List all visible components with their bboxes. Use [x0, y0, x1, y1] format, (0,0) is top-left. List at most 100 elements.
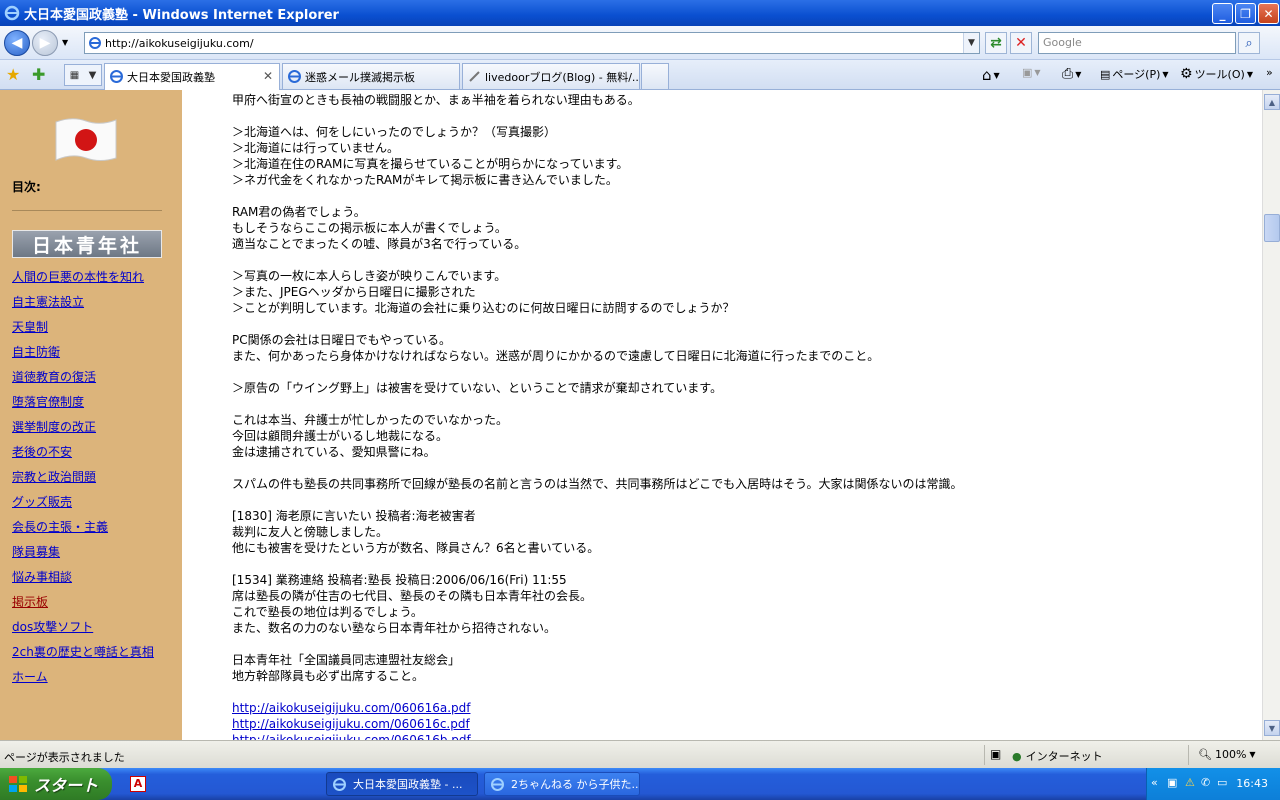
tab-label: 大日本愛国政義塾: [127, 71, 215, 84]
status-text: ページが表示されました: [4, 751, 125, 764]
tab-close-icon[interactable]: ✕: [263, 69, 273, 83]
quick-tabs-button[interactable]: ▦ ▼: [64, 64, 102, 86]
maximize-button[interactable]: ❐: [1235, 3, 1256, 24]
tab-aikoku[interactable]: 大日本愛国政義塾 ✕: [104, 63, 280, 90]
toc-label: 目次:: [12, 180, 41, 194]
taskbar-item-2ch[interactable]: 2ちゃんねる から子供た...: [484, 772, 640, 796]
content-line: [1534] 業務連絡 投稿者:塾長 投稿日:2006/06/16(Fri) 1…: [232, 573, 567, 587]
taskbar-item-aikoku[interactable]: 大日本愛国政義塾 - ...: [326, 772, 478, 796]
sidebar-link[interactable]: グッズ販売: [12, 493, 72, 510]
japan-flag-image: [55, 118, 117, 161]
sidebar-link[interactable]: 選挙制度の改正: [12, 418, 96, 435]
start-button[interactable]: スタート: [0, 768, 112, 800]
sidebar-link[interactable]: 宗教と政治問題: [12, 468, 96, 485]
ie-page-icon: [288, 70, 301, 83]
stop-button[interactable]: ✕: [1010, 32, 1032, 54]
ie-page-icon: [110, 70, 123, 83]
sidebar-link[interactable]: 老後の不安: [12, 443, 72, 460]
tray-expand-icon[interactable]: «: [1151, 776, 1158, 789]
window-title: 大日本愛国政義塾 - Windows Internet Explorer: [24, 7, 339, 23]
sidebar-link[interactable]: 隊員募集: [12, 543, 60, 560]
sidebar-link[interactable]: 自主防衛: [12, 343, 60, 360]
content-line: 裁判に友人と傍聴しました。: [232, 525, 389, 539]
task-label: 2ちゃんねる から子供た...: [511, 778, 640, 791]
forward-button[interactable]: ▶: [32, 30, 58, 56]
scroll-thumb[interactable]: [1264, 214, 1280, 242]
refresh-button[interactable]: ⇄: [985, 32, 1007, 54]
sidebar-link[interactable]: 自主憲法設立: [12, 293, 84, 310]
logo-text: 日本青年社: [31, 234, 142, 257]
magnifier-icon: 🔍︎: [1198, 748, 1212, 761]
content-line: 他にも被害を受けたという方が数名、隊員さん？6名と書いている。: [232, 541, 600, 555]
tab-meiwaku[interactable]: 迷惑メール撲滅掲示板: [282, 63, 460, 89]
page-menu[interactable]: ▤ ページ(P) ▼: [1100, 66, 1169, 82]
page-icon: ▤: [1100, 67, 1111, 81]
content-line: ＞ことが判明しています。北海道の会社に乗り込むのに何故日曜日に訪問するのでしょう…: [232, 301, 735, 315]
acrobat-quicklaunch-icon[interactable]: A: [130, 776, 146, 792]
print-icon: ⎙: [1062, 66, 1074, 82]
recent-pages-dropdown-icon[interactable]: ▼: [62, 38, 68, 47]
sidebar-link[interactable]: 天皇制: [12, 318, 48, 335]
sidebar-link[interactable]: 人間の巨悪の本性を知れ: [12, 268, 144, 285]
search-input[interactable]: Google: [1038, 32, 1236, 54]
home-button[interactable]: ⌂ ▼: [982, 66, 1000, 84]
scroll-up-icon[interactable]: ▲: [1264, 94, 1280, 110]
sidebar-link[interactable]: ホーム: [12, 668, 48, 685]
title-bar: 大日本愛国政義塾 - Windows Internet Explorer _ ❐…: [0, 0, 1280, 26]
vertical-scrollbar[interactable]: ▲ ▼: [1262, 90, 1280, 740]
zoom-level: 100%: [1214, 748, 1247, 761]
pdf-link[interactable]: http://aikokuseigijuku.com/060616c.pdf: [232, 716, 470, 732]
add-favorites-icon[interactable]: ✚: [32, 65, 45, 84]
warning-icon[interactable]: ⚠: [1185, 776, 1195, 789]
network-icon[interactable]: ▣: [1167, 776, 1177, 789]
content-line: また、何かあったら身体かけなければならない。迷惑が周りにかかるので遠慮して日曜日…: [232, 349, 880, 363]
pdf-link[interactable]: http://aikokuseigijuku.com/060616a.pdf: [232, 700, 470, 716]
home-dropdown-icon[interactable]: ▼: [994, 71, 1000, 80]
content-line: PC関係の会社は日曜日でもやっている。: [232, 333, 452, 347]
feeds-button[interactable]: ▣ ▼: [1022, 66, 1041, 79]
content-line: 適当なことでまったくの嘘、隊員が3名で行っている。: [232, 237, 527, 251]
content-line: 今回は顧問弁護士がいるし地裁になる。: [232, 429, 449, 443]
address-dropdown-icon[interactable]: ▼: [963, 33, 979, 53]
content-line: スパムの件も塾長の共同事務所で回線が塾長の名前と言うのは当然で、共同事務所はどこ…: [232, 477, 963, 491]
print-dropdown-icon[interactable]: ▼: [1075, 70, 1081, 79]
rss-icon: ▣: [1022, 66, 1033, 79]
new-tab-button[interactable]: [641, 63, 669, 89]
content-line: これで塾長の地位は判るでしょう。: [232, 605, 423, 619]
security-zone[interactable]: ● インターネット: [1012, 748, 1103, 764]
sidebar: 目次: 日本青年社 人間の巨悪の本性を知れ 自主憲法設立 天皇制自主防衛道徳教育の復…: [0, 90, 182, 740]
tools-menu[interactable]: ⚙ ツール(O) ▼: [1180, 66, 1253, 82]
ie-icon: [333, 778, 346, 791]
monitor-icon[interactable]: ▭: [1217, 776, 1227, 789]
back-button[interactable]: ◀: [4, 30, 30, 56]
tab-label: livedoorブログ(Blog) - 無料/...: [485, 70, 640, 84]
sidebar-link[interactable]: 道徳教育の復活: [12, 368, 96, 385]
globe-icon: ●: [1012, 749, 1022, 763]
seinensha-logo[interactable]: 日本青年社: [12, 230, 162, 258]
toolbar-overflow-icon[interactable]: »: [1266, 66, 1273, 79]
ie-icon: [491, 778, 504, 791]
pen-icon: [469, 71, 480, 82]
sidebar-link[interactable]: 堕落官僚制度: [12, 393, 84, 410]
sidebar-link[interactable]: 悩み事相談: [12, 568, 72, 585]
favorites-star-icon[interactable]: ★: [6, 65, 20, 84]
print-button[interactable]: ⎙ ▼: [1062, 66, 1081, 82]
address-bar[interactable]: http://aikokuseigijuku.com/ ▼: [84, 32, 980, 54]
close-window-button[interactable]: ✕: [1258, 3, 1279, 24]
sidebar-link[interactable]: dos攻撃ソフト: [12, 618, 93, 635]
sidebar-link[interactable]: 会長の主張・主義: [12, 518, 108, 535]
tab-livedoor[interactable]: livedoorブログ(Blog) - 無料/...: [462, 63, 640, 89]
feeds-dropdown-icon[interactable]: ▼: [1034, 68, 1040, 77]
phone-icon[interactable]: ✆: [1201, 776, 1210, 789]
minimize-button[interactable]: _: [1212, 3, 1233, 24]
search-icon[interactable]: ⌕: [1238, 32, 1260, 54]
content-line: 地方幹部隊員も必ず出席すること。: [232, 669, 425, 683]
scroll-down-icon[interactable]: ▼: [1264, 720, 1280, 736]
content-line: RAM君の偽者でしょう。: [232, 205, 366, 219]
tab-list-dropdown-icon[interactable]: ▼: [89, 70, 97, 81]
sidebar-link[interactable]: 掲示板: [12, 593, 48, 610]
content-line: これは本当、弁護士が忙しかったのでいなかった。: [232, 413, 509, 427]
zoom-control[interactable]: 🔍︎ 100% ▼: [1198, 748, 1256, 761]
sidebar-link[interactable]: 2ch裏の歴史と噂話と真相: [12, 643, 154, 660]
pdf-link[interactable]: http://aikokuseigijuku.com/060616b.pdf: [232, 732, 471, 740]
